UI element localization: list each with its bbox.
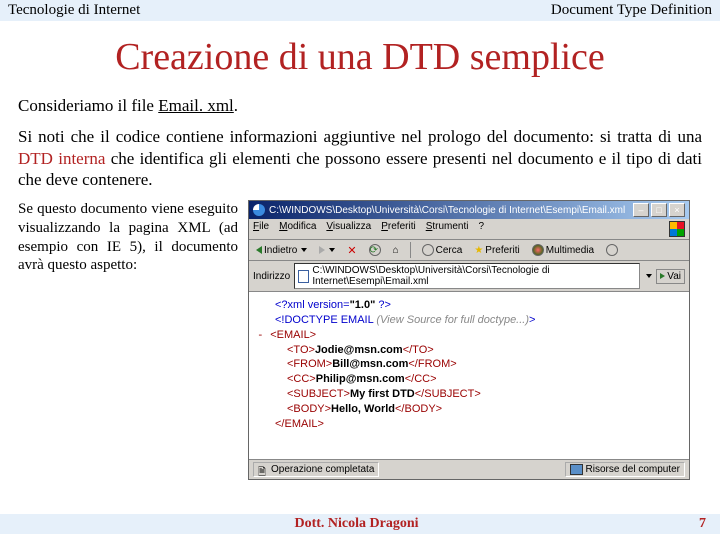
description-paragraph: Si noti che il codice contiene informazi… [0,126,720,190]
menu-favorites[interactable]: Preferiti [381,221,415,237]
window-title: C:\WINDOWS\Desktop\Università\Corsi\Tecn… [269,205,625,216]
slide-footer: Dott. Nicola Dragoni 7 [0,514,720,534]
go-label: Vai [667,271,681,282]
address-label: Indirizzo [253,271,290,282]
dropdown-icon [329,248,335,252]
history-icon [606,244,618,256]
to-open: <TO> [287,344,315,356]
address-value: C:\WINDOWS\Desktop\Università\Corsi\Tecn… [312,265,636,287]
close-button[interactable]: × [669,203,685,217]
menu-file[interactable]: File [253,221,269,237]
windows-logo-icon [669,221,685,237]
slide-header: Tecnologie di Internet Document Type Def… [0,0,720,21]
favorites-label: Preferiti [485,245,519,256]
address-input[interactable]: C:\WINDOWS\Desktop\Università\Corsi\Tecn… [294,263,640,289]
status-done: 🗎Operazione completata [253,462,379,477]
doctype-note: (View Source for full doctype...) [376,314,529,326]
favorites-button[interactable]: ★Preferiti [471,244,522,257]
menu-edit[interactable]: Modifica [279,221,316,237]
menu-tools[interactable]: Strumenti [426,221,469,237]
done-icon: 🗎 [258,465,268,475]
cc-close: </CC> [405,373,437,385]
star-icon: ★ [474,245,483,256]
go-arrow-icon [660,273,665,279]
from-close: </FROM> [408,358,456,370]
left-column-text: Se questo documento viene eseguito visua… [18,200,238,480]
refresh-icon: ⟳ [369,244,381,256]
body-value: Hello, World [331,403,395,415]
header-left: Tecnologie di Internet [8,2,140,19]
email-open-tag: <EMAIL> [270,329,316,341]
status-zone-text: Risorse del computer [586,464,680,475]
refresh-button[interactable]: ⟳ [366,243,384,257]
maximize-button[interactable]: □ [651,203,667,217]
subject-value: My first DTD [350,388,415,400]
para2-a: Si noti che il codice contiene informazi… [18,127,702,146]
back-label: Indietro [264,245,297,256]
xml-decl-end: ?> [375,299,391,311]
ie-icon [253,204,265,216]
browser-content: <?xml version="1.0" ?> <!DOCTYPE EMAIL (… [249,292,689,459]
media-button[interactable]: Multimedia [529,243,597,257]
menu-view[interactable]: Visualizza [326,221,371,237]
home-icon: ⌂ [393,245,399,256]
toolbar: Indietro ✕ ⟳ ⌂ Cerca ★Preferiti Multimed… [249,240,689,261]
history-button[interactable] [603,243,621,257]
arrow-left-icon [256,246,262,254]
search-button[interactable]: Cerca [419,243,466,257]
from-open: <FROM> [287,358,332,370]
slide-title: Creazione di una DTD semplice [0,35,720,79]
para2-b: che identifica gli elementi che possono … [18,149,702,189]
subject-close: </SUBJECT> [415,388,481,400]
status-done-text: Operazione completata [271,464,374,475]
dropdown-icon [301,248,307,252]
email-xml-link[interactable]: Email. xml [158,96,234,115]
body-close: </BODY> [395,403,442,415]
home-button[interactable]: ⌂ [390,244,402,257]
go-button[interactable]: Vai [656,269,685,284]
subject-open: <SUBJECT> [287,388,350,400]
address-bar: Indirizzo C:\WINDOWS\Desktop\Università\… [249,261,689,292]
search-label: Cerca [436,245,463,256]
to-close: </TO> [403,344,434,356]
forward-button[interactable] [316,245,338,255]
browser-titlebar: C:\WINDOWS\Desktop\Università\Corsi\Tecn… [249,201,689,219]
search-icon [422,244,434,256]
cc-open: <CC> [287,373,316,385]
doctype: <!DOCTYPE EMAIL [275,314,376,326]
email-close-tag: </EMAIL> [275,418,324,430]
status-zone: Risorse del computer [565,462,685,477]
separator [410,242,411,258]
intro-paragraph: Consideriamo il file Email. xml. [0,95,720,116]
body-open: <BODY> [287,403,331,415]
doctype-end: > [529,314,535,326]
file-icon [298,270,309,283]
minimize-button[interactable]: – [633,203,649,217]
address-dropdown-icon[interactable] [646,274,652,278]
from-value: Bill@msn.com [332,358,408,370]
dtd-interna-text: DTD interna [18,149,105,168]
arrow-right-icon [319,246,325,254]
header-right: Document Type Definition [551,2,712,19]
computer-icon [570,464,583,475]
media-label: Multimedia [546,245,594,256]
back-button[interactable]: Indietro [253,244,310,257]
intro-period: . [234,96,238,115]
browser-window: C:\WINDOWS\Desktop\Università\Corsi\Tecn… [248,200,690,480]
collapse-toggle[interactable]: - [257,328,270,341]
author-name: Dott. Nicola Dragoni [294,516,418,532]
stop-button[interactable]: ✕ [344,243,359,258]
to-value: Jodie@msn.com [315,344,403,356]
menubar: File Modifica Visualizza Preferiti Strum… [249,219,689,240]
cc-value: Philip@msn.com [316,373,405,385]
xml-ver: "1.0" [350,299,376,311]
page-number: 7 [699,516,706,532]
statusbar: 🗎Operazione completata Risorse del compu… [249,459,689,479]
intro-text: Consideriamo il file [18,96,158,115]
menu-help[interactable]: ? [479,221,485,237]
media-icon [532,244,544,256]
stop-icon: ✕ [347,244,356,257]
xml-decl: <?xml version= [275,299,350,311]
